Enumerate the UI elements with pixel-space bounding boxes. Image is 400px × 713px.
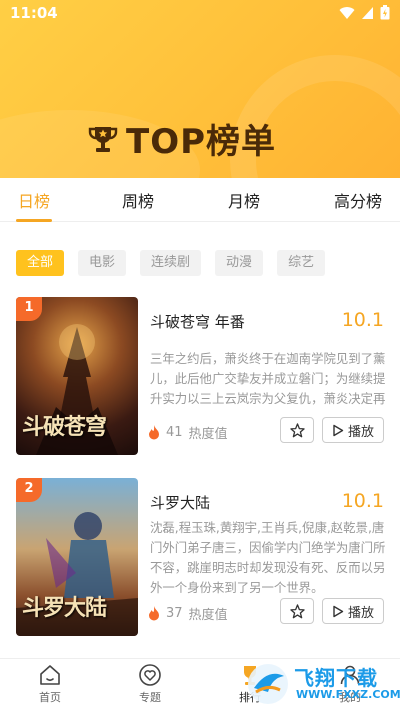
nav-label: 首页	[39, 691, 61, 704]
trophy-icon	[88, 126, 118, 152]
play-icon	[333, 424, 344, 436]
item-description: 三年之约后，萧炎终于在迦南学院见到了薰儿，此后他广交挚友并成立磐门；为继续提升实…	[150, 351, 386, 406]
watermark-logo-icon	[248, 664, 288, 704]
battery-icon	[380, 5, 390, 20]
poster-image[interactable]: 2 斗罗大陆	[16, 478, 138, 636]
filter-chip-movie[interactable]: 电影	[78, 250, 127, 276]
tab-monthly[interactable]: 月榜	[228, 188, 260, 212]
poster-image[interactable]: 1 斗破苍穹	[16, 297, 138, 455]
filter-chip-series[interactable]: 连续剧	[140, 250, 202, 276]
item-score: 10.1	[341, 309, 384, 331]
item-title[interactable]: 斗罗大陆	[150, 492, 210, 513]
item-title[interactable]: 斗破苍穹 年番	[150, 311, 245, 332]
tab-indicator	[16, 219, 52, 222]
filter-chip-anime[interactable]: 动漫	[215, 250, 264, 276]
status-bar: 11:04	[0, 0, 400, 26]
watermark: 飞翔下载 WWW.FXXZ.COM	[246, 660, 400, 708]
list-item[interactable]: 2 斗罗大陆 斗罗大陆 10.1 沈磊,程玉珠,黄翔宇,王肖兵,倪康,赵乾景,唐…	[16, 478, 386, 640]
play-label: 播放	[347, 605, 374, 621]
tab-weekly[interactable]: 周榜	[122, 188, 154, 212]
fire-icon	[149, 425, 159, 440]
rank-badge: 2	[16, 478, 42, 502]
play-label: 播放	[347, 424, 374, 440]
heat-label: 热度值	[188, 608, 228, 623]
play-button[interactable]: 播放	[322, 598, 384, 624]
heat-info: 41 热度值	[148, 423, 228, 442]
item-score: 10.1	[341, 490, 384, 512]
wifi-icon	[339, 6, 355, 19]
fire-icon	[149, 606, 159, 621]
home-icon	[40, 665, 60, 685]
heat-info: 37 热度值	[148, 604, 228, 623]
rank-badge: 1	[16, 297, 42, 321]
play-icon	[333, 605, 344, 617]
header-banner: 11:04 TOP榜单	[0, 0, 400, 178]
heat-value: 41	[166, 425, 183, 440]
watermark-url: WWW.FXXZ.COM	[296, 688, 400, 701]
signal-icon	[362, 6, 373, 19]
filter-chip-variety[interactable]: 综艺	[277, 250, 326, 276]
page-title: TOP榜单	[126, 122, 277, 162]
category-filter: 全部 电影 连续剧 动漫 综艺	[16, 250, 326, 276]
favorite-button[interactable]	[280, 598, 314, 624]
star-icon	[289, 603, 305, 618]
tab-daily[interactable]: 日榜	[18, 188, 50, 212]
play-button[interactable]: 播放	[322, 417, 384, 443]
nav-label: 专题	[139, 691, 161, 704]
nav-home[interactable]: 首页	[10, 663, 90, 705]
rank-tabs: 日榜 周榜 月榜 高分榜	[0, 178, 400, 222]
heat-value: 37	[166, 606, 183, 621]
tab-top-rated[interactable]: 高分榜	[334, 188, 382, 212]
status-time: 11:04	[10, 4, 58, 22]
poster-title: 斗破苍穹	[22, 415, 107, 440]
watermark-text: 飞翔下载	[294, 666, 378, 690]
heart-icon	[139, 664, 161, 686]
poster-title: 斗罗大陆	[22, 596, 107, 621]
list-item[interactable]: 1 斗破苍穹 斗破苍穹 年番 10.1 三年之约后，萧炎终于在迦南学院见到了薰儿…	[16, 297, 386, 459]
header-hero: TOP榜单	[88, 114, 276, 163]
heat-label: 热度值	[188, 427, 228, 442]
favorite-button[interactable]	[280, 417, 314, 443]
item-description: 沈磊,程玉珠,黄翔宇,王肖兵,倪康,赵乾景,唐门外门弟子唐三，因偷学内门绝学为唐…	[150, 520, 386, 595]
star-icon	[289, 422, 305, 437]
status-icons	[339, 5, 390, 20]
nav-topics[interactable]: 专题	[110, 663, 190, 705]
filter-chip-all[interactable]: 全部	[16, 250, 65, 276]
